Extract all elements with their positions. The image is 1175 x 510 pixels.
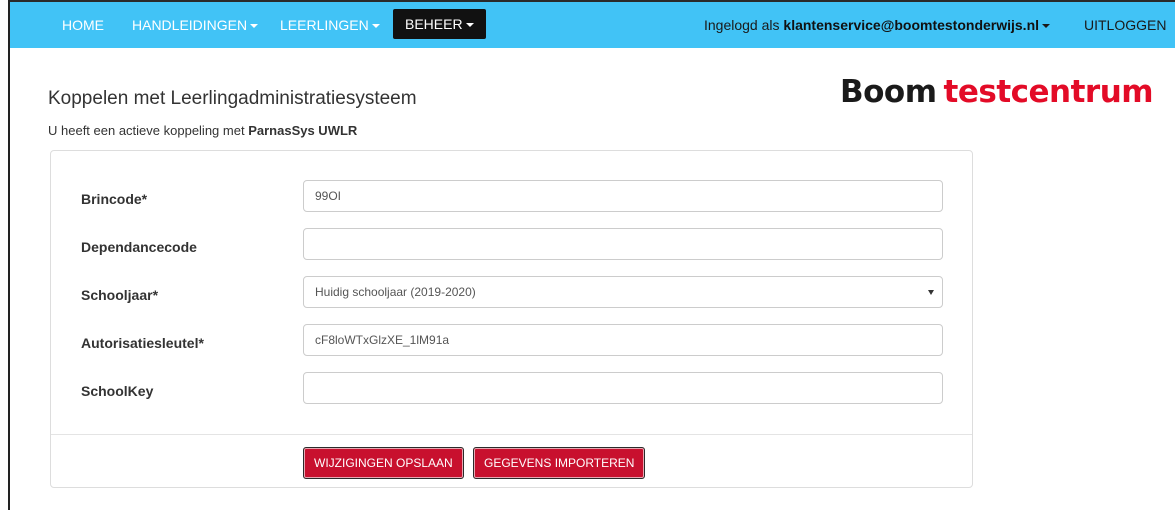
schoolkey-label: SchoolKey bbox=[81, 383, 154, 399]
schoolkey-input[interactable] bbox=[303, 372, 943, 404]
schooljaar-selected-value: Huidig schooljaar (2019-2020) bbox=[315, 285, 476, 299]
brincode-input[interactable] bbox=[303, 180, 943, 212]
logout-link[interactable]: UITLOGGEN bbox=[1084, 2, 1166, 48]
panel-footer-divider bbox=[51, 434, 972, 435]
logo-part-testcentrum: testcentrum bbox=[943, 74, 1154, 110]
logout-label: UITLOGGEN bbox=[1084, 17, 1167, 33]
nav-home[interactable]: HOME bbox=[62, 2, 104, 48]
dependancecode-label: Dependancecode bbox=[81, 239, 197, 255]
brand-logo: Boom testcentrum bbox=[840, 74, 1154, 110]
connected-system: ParnasSys UWLR bbox=[248, 123, 358, 138]
logged-in-prefix: Ingelogd als bbox=[704, 17, 780, 33]
user-email: klantenservice@boomtestonderwijs.nl bbox=[783, 17, 1040, 33]
nav-handleidingen[interactable]: HANDLEIDINGEN bbox=[132, 2, 259, 48]
top-navbar: HOME HANDLEIDINGEN LEERLINGEN BEHEER Ing… bbox=[10, 0, 1175, 48]
save-changes-label: WIJZIGINGEN OPSLAAN bbox=[314, 456, 453, 470]
app-window: HOME HANDLEIDINGEN LEERLINGEN BEHEER Ing… bbox=[8, 0, 1175, 510]
caret-down-icon bbox=[1042, 24, 1051, 29]
page-title: Koppelen met Leerlingadministratiesystee… bbox=[48, 88, 417, 109]
schooljaar-label: Schooljaar* bbox=[81, 287, 159, 303]
user-menu[interactable]: Ingelogd als klantenservice@boomtestonde… bbox=[704, 2, 1051, 48]
connection-status: U heeft een actieve koppeling met Parnas… bbox=[48, 123, 357, 138]
import-data-button[interactable]: GEGEVENS IMPORTEREN bbox=[473, 447, 646, 479]
nav-leerlingen[interactable]: LEERLINGEN bbox=[280, 2, 380, 48]
autorisatiesleutel-label: Autorisatiesleutel* bbox=[81, 335, 204, 351]
brincode-label: Brincode* bbox=[81, 191, 148, 207]
nav-leerlingen-label: LEERLINGEN bbox=[280, 17, 369, 33]
autorisatiesleutel-input[interactable] bbox=[303, 324, 943, 356]
subtitle-prefix: U heeft een actieve koppeling met bbox=[48, 123, 245, 138]
caret-down-icon bbox=[371, 24, 380, 29]
nav-home-label: HOME bbox=[62, 17, 104, 33]
import-data-label: GEGEVENS IMPORTEREN bbox=[484, 456, 635, 470]
nav-beheer-label: BEHEER bbox=[405, 16, 463, 32]
form-panel: Brincode* Dependancecode Schooljaar* Hui… bbox=[50, 150, 973, 488]
dependancecode-input[interactable] bbox=[303, 228, 943, 260]
logo-part-boom: Boom bbox=[840, 74, 937, 110]
schooljaar-select[interactable]: Huidig schooljaar (2019-2020) bbox=[303, 276, 943, 308]
nav-handleidingen-label: HANDLEIDINGEN bbox=[132, 17, 248, 33]
caret-down-icon bbox=[250, 24, 259, 29]
nav-beheer[interactable]: BEHEER bbox=[393, 9, 486, 39]
select-arrow-icon bbox=[928, 290, 934, 295]
caret-down-icon bbox=[465, 23, 474, 28]
save-changes-button[interactable]: WIJZIGINGEN OPSLAAN bbox=[303, 447, 464, 479]
